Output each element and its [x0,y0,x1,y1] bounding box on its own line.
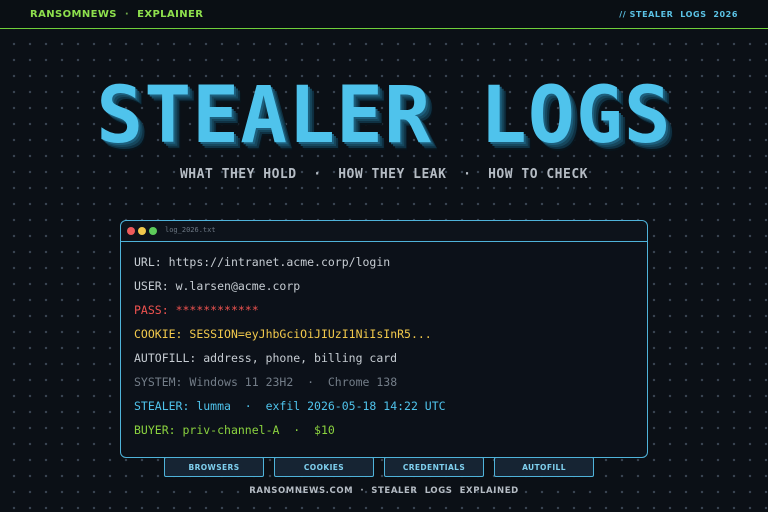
log-key: SYSTEM: [134,375,183,389]
log-value: lumma · exfil 2026-05-18 14:22 UTC [196,399,446,413]
log-line-url: URL: https://intranet.acme.corp/login [134,255,390,269]
log-value: address, phone, billing card [203,351,398,365]
log-value: w.larsen@acme.corp [175,279,301,293]
brand-name[interactable]: RANSOMNEWS [30,9,117,20]
page-title: STEALER LOGS [96,71,672,161]
top-bar: RANSOMNEWS · EXPLAINER // STEALER LOGS 202… [0,0,768,29]
log-line-autofill: AUTOFILL: address, phone, billing card [134,351,397,365]
terminal-filename: log_2026.txt [165,226,216,234]
log-value: ************ [175,303,259,317]
category-tabs: BROWSERS COOKIES CREDENTIALS AUTOFILL [164,457,604,479]
footer-credit: RANSOMNEWS.COM · STEALER LOGS EXPLAINED [249,486,519,496]
brand-separator: · [124,9,130,20]
tab-browsers[interactable]: BROWSERS [164,457,264,477]
log-line-pass: PASS: ************ [134,303,259,317]
section-label[interactable]: EXPLAINER [137,9,203,20]
tab-autofill[interactable]: AUTOFILL [494,457,594,477]
log-key: BUYER: [134,423,176,437]
log-key: USER: [134,279,169,293]
log-line-system: SYSTEM: Windows 11 23H2 · Chrome 138 [134,375,397,389]
log-key: URL: [134,255,162,269]
log-value: Windows 11 23H2 · Chrome 138 [189,375,398,389]
log-terminal-window: log_2026.txt URL: https://intranet.acme.… [120,220,648,458]
log-key: STEALER: [134,399,190,413]
log-line-buyer: BUYER: priv-channel-A · $10 [134,423,335,437]
log-key: PASS: [134,303,169,317]
close-dot-icon [127,227,135,235]
log-value: SESSION=eyJhbGciOiJIUzI1NiIsInR5... [189,327,432,341]
maximize-dot-icon [149,227,157,235]
series-tag: // STEALER LOGS 2026 [619,10,738,19]
page-subtitle: WHAT THEY HOLD · HOW THEY LEAK · HOW TO … [179,167,588,182]
log-line-cookie: COOKIE: SESSION=eyJhbGciOiJIUzI1NiIsInR5… [134,327,432,341]
minimize-dot-icon [138,227,146,235]
tab-cookies[interactable]: COOKIES [274,457,374,477]
log-value: priv-channel-A · $10 [182,423,335,437]
log-line-stealer: STEALER: lumma · exfil 2026-05-18 14:22 … [134,399,446,413]
log-key: AUTOFILL: [134,351,197,365]
log-line-user: USER: w.larsen@acme.corp [134,279,300,293]
site-brand[interactable]: RANSOMNEWS · EXPLAINER [30,9,203,20]
log-value: https://intranet.acme.corp/login [168,255,391,269]
tab-credentials[interactable]: CREDENTIALS [384,457,484,477]
terminal-titlebar: log_2026.txt [121,221,647,242]
log-key: COOKIE: [134,327,183,341]
